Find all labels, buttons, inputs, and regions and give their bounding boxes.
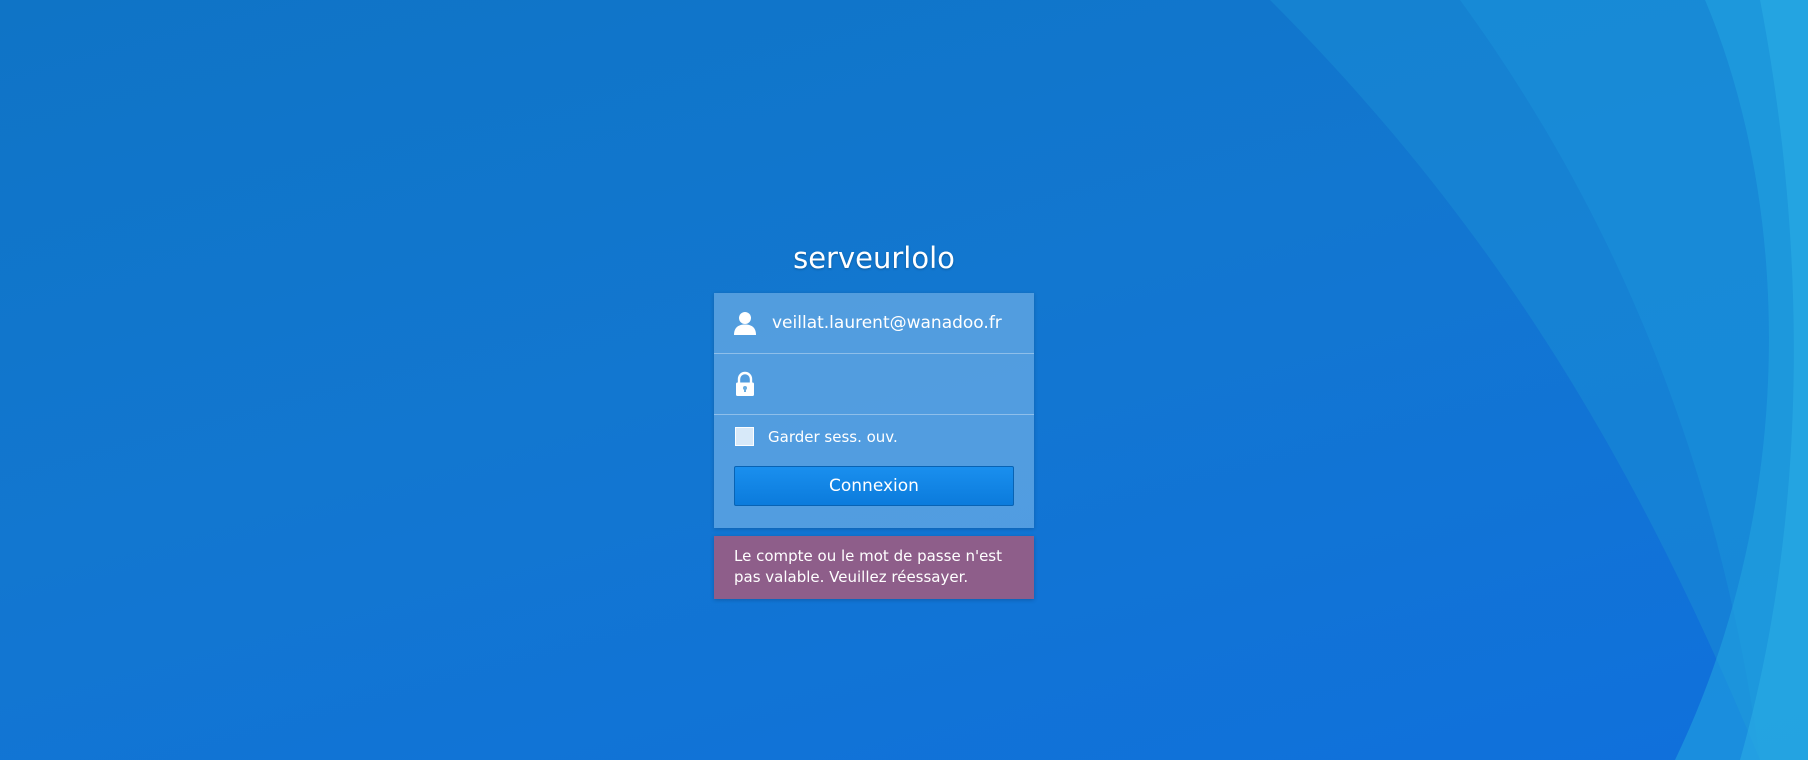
login-panel: Garder sess. ouv. Connexion — [714, 293, 1034, 528]
remember-me-checkbox[interactable] — [735, 427, 754, 446]
username-row — [714, 293, 1034, 354]
password-field[interactable] — [772, 354, 1034, 414]
username-field[interactable] — [772, 293, 1034, 353]
login-screen: serveurlolo Garder s — [0, 0, 1808, 760]
remember-me-row: Garder sess. ouv. — [714, 415, 1034, 459]
lock-icon — [736, 371, 754, 396]
submit-row: Connexion — [714, 459, 1034, 528]
password-row — [714, 354, 1034, 415]
login-button[interactable]: Connexion — [734, 466, 1014, 506]
server-title: serveurlolo — [793, 241, 955, 275]
login-form: serveurlolo Garder s — [714, 238, 1034, 599]
error-message: Le compte ou le mot de passe n'est pas v… — [714, 536, 1034, 599]
user-icon — [734, 312, 756, 335]
remember-me-label[interactable]: Garder sess. ouv. — [768, 427, 898, 447]
